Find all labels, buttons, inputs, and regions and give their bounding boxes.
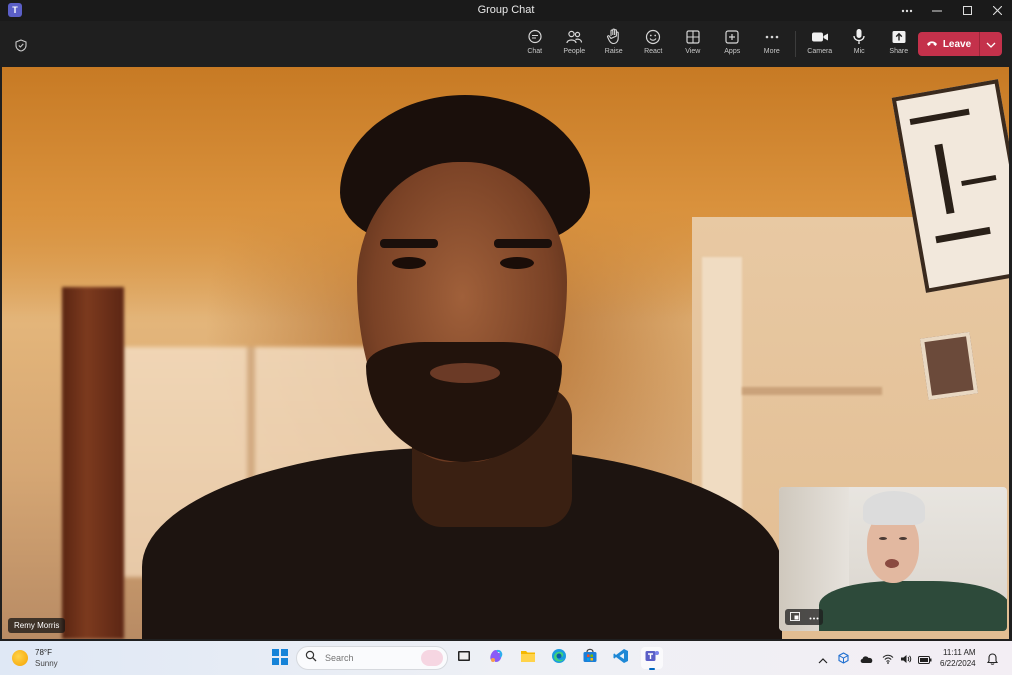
search-icon <box>305 649 317 667</box>
share-button[interactable]: Share <box>879 27 919 55</box>
copilot-button[interactable] <box>485 647 507 669</box>
search-box[interactable] <box>296 646 448 670</box>
react-button[interactable]: React <box>634 27 674 55</box>
notification-bell-icon[interactable] <box>986 652 999 670</box>
toolbar-divider <box>795 31 796 57</box>
chevron-down-icon <box>986 35 996 53</box>
view-icon <box>685 27 701 46</box>
volume-icon[interactable] <box>900 651 912 669</box>
mic-icon <box>852 27 866 46</box>
cube-icon[interactable] <box>838 651 849 669</box>
view-button[interactable]: View <box>673 27 713 55</box>
people-icon <box>565 27 583 46</box>
react-icon <box>645 27 661 46</box>
task-view-button[interactable] <box>453 647 475 669</box>
clock-time: 11:11 AM <box>942 648 976 657</box>
leave-options-button[interactable] <box>979 32 1002 56</box>
self-view-controls <box>785 609 823 625</box>
search-input[interactable] <box>323 652 407 664</box>
participant-name-badge: Remy Morris <box>8 618 66 633</box>
sun-icon <box>12 650 28 666</box>
teams-icon <box>644 648 660 669</box>
more-button[interactable]: More <box>752 27 792 55</box>
self-view-layout-icon[interactable] <box>789 611 800 623</box>
store-button[interactable] <box>579 647 601 669</box>
window-more-button[interactable] <box>892 0 922 21</box>
more-icon <box>764 27 780 46</box>
wall-photo <box>919 331 979 401</box>
hang-up-icon <box>926 39 938 50</box>
system-tray <box>818 651 932 669</box>
room-curtain <box>62 287 124 639</box>
start-button[interactable] <box>272 649 288 665</box>
taskbar: 78°F Sunny 11:11 AM <box>0 641 1012 675</box>
weather-temp: 78°F <box>35 648 52 657</box>
maximize-button[interactable] <box>952 0 982 21</box>
camera-button[interactable]: Camera <box>800 27 840 55</box>
battery-icon[interactable] <box>918 651 932 669</box>
leave-button-group: Leave <box>918 32 1002 56</box>
clock-date: 6/22/2024 <box>940 659 976 668</box>
store-icon <box>582 648 598 668</box>
chevron-up-icon[interactable] <box>818 651 828 669</box>
copilot-icon <box>488 648 504 669</box>
leave-button[interactable]: Leave <box>918 32 979 56</box>
self-view-more-icon[interactable] <box>809 612 819 622</box>
shield-icon[interactable] <box>15 39 27 57</box>
meeting-toolbar: Chat People Raise React View Apps More C… <box>0 21 1012 67</box>
task-view-icon <box>457 649 471 667</box>
apps-icon <box>724 27 740 46</box>
file-explorer-button[interactable] <box>517 647 539 669</box>
apps-button[interactable]: Apps <box>713 27 753 55</box>
wifi-icon[interactable] <box>882 651 894 669</box>
raise-hand-button[interactable]: Raise <box>594 27 634 55</box>
share-icon <box>891 27 907 46</box>
cloud-icon[interactable] <box>859 651 874 669</box>
leave-label: Leave <box>942 38 972 50</box>
weather-condition: Sunny <box>35 659 58 668</box>
people-button[interactable]: People <box>555 27 595 55</box>
title-bar: T Group Chat <box>0 0 1012 21</box>
weather-widget[interactable]: 78°F Sunny <box>12 647 58 669</box>
search-highlight-icon <box>421 650 443 666</box>
vscode-icon <box>613 648 629 669</box>
camera-icon <box>811 27 829 46</box>
chat-button[interactable]: Chat <box>515 27 555 55</box>
vscode-button[interactable] <box>610 647 632 669</box>
chat-icon <box>527 27 543 46</box>
system-clock[interactable]: 11:11 AM 6/22/2024 <box>940 647 976 669</box>
folder-icon <box>520 649 536 668</box>
close-window-button[interactable] <box>982 0 1012 21</box>
teams-taskbar-button[interactable] <box>641 647 663 670</box>
edge-browser-button[interactable] <box>548 647 570 669</box>
raise-hand-icon <box>606 27 622 46</box>
window-title: Group Chat <box>477 4 535 16</box>
self-view-video[interactable] <box>779 487 1007 631</box>
minimize-button[interactable] <box>922 0 952 21</box>
edge-icon <box>551 648 567 669</box>
mic-button[interactable]: Mic <box>840 27 880 55</box>
